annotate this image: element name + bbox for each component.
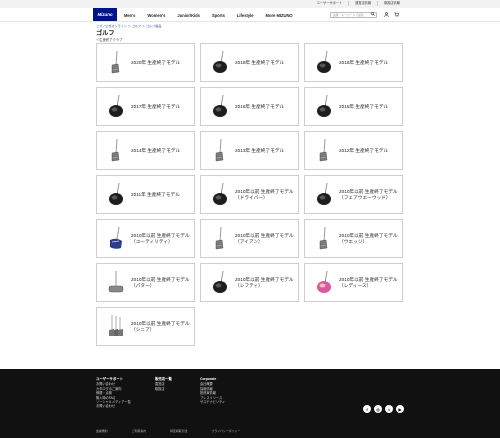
product-card-label: 2013年 生産終了モデル bbox=[235, 147, 285, 153]
logo-text: Mizuno bbox=[97, 12, 113, 17]
footer-col-support: ユーザーサポート お問い合わせ カタログのご案内 修理・点検 購入時のFAQ ソーシャルメ… bbox=[96, 377, 131, 409]
footer-link[interactable]: サステナビリティ bbox=[200, 400, 225, 404]
user-support-link[interactable]: ユーザーサポート bbox=[311, 1, 348, 6]
product-card[interactable]: 2010年以前 生産終了モデル （ユーティリティ） bbox=[96, 219, 195, 258]
product-card[interactable]: 2019年 生産終了モデル bbox=[200, 43, 299, 82]
driver-icon bbox=[107, 94, 125, 120]
facebook-icon[interactable]: f bbox=[363, 405, 371, 413]
guide-link[interactable]: ご利用案内 bbox=[132, 429, 146, 433]
product-grid: 2020年 生産終了モデル 2019年 生産終了モデル 2018年 生産終了モデル 2… bbox=[96, 43, 405, 346]
footer-col-stores: 販売店一覧 直営店 取扱店 bbox=[155, 377, 172, 391]
product-card[interactable]: 2016年 生産終了モデル bbox=[200, 87, 299, 126]
product-card-label: 2018年 生産終了モデル bbox=[339, 59, 389, 65]
cart-icon[interactable] bbox=[394, 12, 399, 17]
product-card-label: 2017年 生産終了モデル bbox=[131, 103, 181, 109]
product-card-label: 2015年 生産終了モデル bbox=[339, 103, 389, 109]
nav-lifestyle[interactable]: Lifestyle bbox=[237, 13, 254, 18]
iron-icon bbox=[315, 138, 333, 164]
site-footer: ユーザーサポート お問い合わせ カタログのご案内 修理・点検 購入時のFAQ ソーシャルメ… bbox=[0, 369, 500, 438]
driver-icon bbox=[107, 182, 125, 208]
product-card[interactable]: 2014年 生産終了モデル bbox=[96, 131, 195, 170]
product-card[interactable]: 2010年以前 生産終了モデル （レフティ） bbox=[200, 263, 299, 302]
product-card[interactable]: 2018年 生産終了モデル bbox=[304, 43, 403, 82]
instagram-icon[interactable]: ◎ bbox=[374, 405, 382, 413]
product-card-label: 2010年以前 生産終了モデル （ドライバー） bbox=[235, 188, 294, 200]
product-card-label: 2010年以前 生産終了モデル （レディース） bbox=[339, 276, 398, 288]
footer-bottom-links: 会員規約 ご利用案内 特定商取引法 プライバシーポリシー bbox=[96, 429, 264, 433]
product-card[interactable]: 2010年以前 生産終了モデル （フェアウエーウッド） bbox=[304, 175, 403, 214]
footer-heading[interactable]: 販売店一覧 bbox=[155, 377, 172, 381]
footer-col-corporate: Corporate 会社概要 採用情報 投資家情報 プレスリリース サステナビリティ bbox=[200, 377, 225, 404]
user-icon[interactable] bbox=[384, 12, 389, 17]
utility-icon bbox=[107, 226, 125, 252]
driver-icon bbox=[211, 182, 229, 208]
driver-icon bbox=[211, 270, 229, 296]
product-card-label: 2011年 生産終了モデル bbox=[131, 191, 180, 197]
product-card[interactable]: 2020年 生産終了モデル bbox=[96, 43, 195, 82]
product-card-label: 2010年以前 生産終了モデル （シニア） bbox=[131, 320, 190, 332]
iron-icon bbox=[107, 138, 125, 164]
driver-icon bbox=[315, 94, 333, 120]
footer-heading[interactable]: Corporate bbox=[200, 377, 225, 381]
product-card-label: 2020年 生産終了モデル bbox=[131, 59, 181, 65]
product-card-label: 2016年 生産終了モデル bbox=[235, 103, 285, 109]
product-card[interactable]: 2017年 生産終了モデル bbox=[96, 87, 195, 126]
driver-icon bbox=[211, 94, 229, 120]
product-card-label: 2010年以前 生産終了モデル （フェアウエーウッド） bbox=[339, 188, 398, 200]
mizuno-logo[interactable]: Mizuno bbox=[93, 8, 117, 21]
iron-icon bbox=[211, 138, 229, 164]
product-card-label: 2010年以前 生産終了モデル （ユーティリティ） bbox=[131, 232, 190, 244]
footer-heading[interactable]: ユーザーサポート bbox=[96, 377, 131, 381]
nav-junior-kids[interactable]: Junior/Kids bbox=[177, 13, 200, 18]
product-card-label: 2019年 生産終了モデル bbox=[235, 59, 285, 65]
product-card[interactable]: 2013年 生産終了モデル bbox=[200, 131, 299, 170]
utility-bar: ユーザーサポート 運営店情報 取扱店情報 bbox=[0, 0, 500, 8]
iron-icon bbox=[315, 226, 333, 252]
product-card[interactable]: 2012年 生産終了モデル bbox=[304, 131, 403, 170]
nav-womens[interactable]: Women's bbox=[147, 13, 165, 18]
product-card[interactable]: 2015年 生産終了モデル bbox=[304, 87, 403, 126]
main-nav: Men's Women's Junior/Kids Sports Lifesty… bbox=[124, 13, 305, 18]
product-card-label: 2010年以前 生産終了モデル （レフティ） bbox=[235, 276, 294, 288]
product-card-label: 2010年以前 生産終了モデル （パター） bbox=[131, 276, 190, 288]
product-card-label: 2014年 生産終了モデル bbox=[131, 147, 181, 153]
product-card-label: 2010年以前 生産終了モデル （アイアン） bbox=[235, 232, 294, 244]
driver-icon bbox=[315, 182, 333, 208]
terms-link[interactable]: 会員規約 bbox=[96, 429, 108, 433]
iron-set-icon bbox=[107, 314, 125, 340]
product-card[interactable]: 2010年以前 生産終了モデル （パター） bbox=[96, 263, 195, 302]
product-card[interactable]: 2010年以前 生産終了モデル （レディース） bbox=[304, 263, 403, 302]
nav-mens[interactable]: Men's bbox=[124, 13, 135, 18]
iron-icon bbox=[107, 50, 125, 76]
youtube-icon[interactable]: ▶ bbox=[396, 405, 404, 413]
product-card[interactable]: 2010年以前 生産終了モデル （シニア） bbox=[96, 307, 195, 346]
social-links: f ◎ t ▶ bbox=[363, 405, 404, 413]
commerce-law-link[interactable]: 特定商取引法 bbox=[170, 429, 187, 433]
product-card[interactable]: 2011年 生産終了モデル bbox=[96, 175, 195, 214]
back-link[interactable]: ＜生産終了クラブ bbox=[96, 37, 122, 42]
retailer-info-link[interactable]: 取扱店情報 bbox=[377, 1, 406, 6]
nav-sports[interactable]: Sports bbox=[212, 13, 225, 18]
page-title: ゴルフ bbox=[96, 30, 115, 37]
search-icon[interactable] bbox=[371, 12, 375, 17]
product-card-label: 2010年以前 生産終了モデル （ウエッジ） bbox=[339, 232, 398, 244]
footer-link[interactable]: 取扱店 bbox=[155, 387, 172, 391]
search-input[interactable]: 品番・キーワードで検索 bbox=[330, 11, 377, 18]
driver-icon bbox=[315, 50, 333, 76]
product-card[interactable]: 2010年以前 生産終了モデル （ウエッジ） bbox=[304, 219, 403, 258]
utility-links: ユーザーサポート 運営店情報 取扱店情報 bbox=[311, 1, 406, 6]
driver-icon bbox=[211, 50, 229, 76]
product-card[interactable]: 2010年以前 生産終了モデル （ドライバー） bbox=[200, 175, 299, 214]
privacy-policy-link[interactable]: プライバシーポリシー bbox=[211, 429, 240, 433]
iron-icon bbox=[211, 226, 229, 252]
twitter-icon[interactable]: t bbox=[385, 405, 393, 413]
nav-more-mizuno[interactable]: More MIZUNO bbox=[266, 13, 293, 18]
site-header: Mizuno Men's Women's Junior/Kids Sports … bbox=[0, 8, 500, 22]
putter-icon bbox=[107, 270, 125, 296]
product-card-label: 2012年 生産終了モデル bbox=[339, 147, 389, 153]
footer-link[interactable]: お問い合わせ bbox=[96, 404, 131, 408]
product-card[interactable]: 2010年以前 生産終了モデル （アイアン） bbox=[200, 219, 299, 258]
driver-pink-icon bbox=[315, 270, 333, 296]
operator-info-link[interactable]: 運営店情報 bbox=[348, 1, 377, 6]
